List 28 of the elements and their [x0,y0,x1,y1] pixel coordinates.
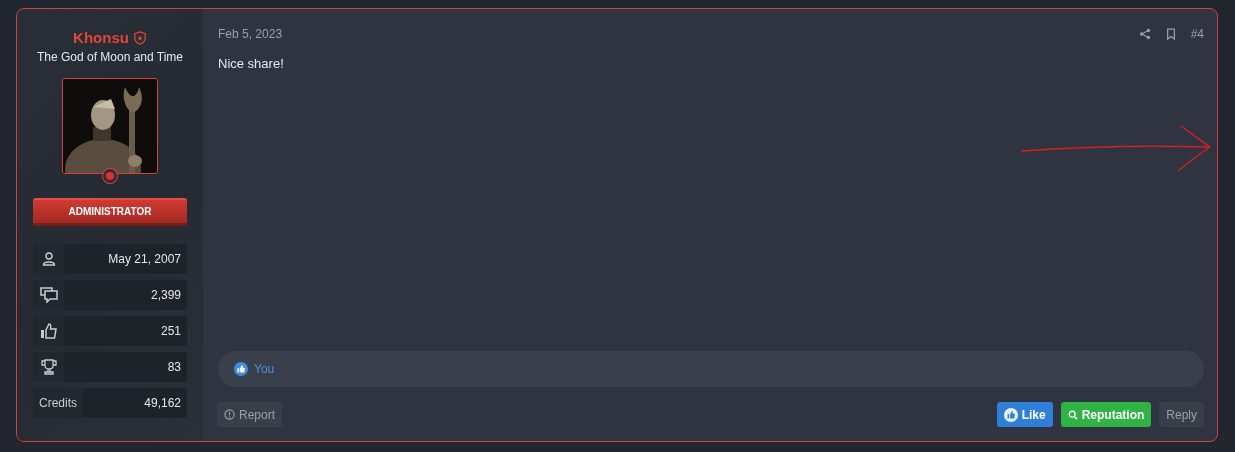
stat-value: 49,162 [144,396,182,410]
role-banner: ADMINISTRATOR [33,198,187,226]
alert-icon [224,409,235,420]
reply-button[interactable]: Reply [1159,402,1204,427]
shield-icon [132,30,147,45]
stat-value: 83 [167,360,182,374]
bookmark-icon[interactable] [1165,28,1176,40]
stat-label: Credits [33,388,83,418]
post-date[interactable]: Feb 5, 2023 [218,27,283,41]
trophy-icon [40,359,57,375]
post-message: Nice share! [217,56,284,71]
like-icon [234,362,248,376]
username-link[interactable]: Khonsu [73,29,129,46]
reputation-button[interactable]: Reputation [1060,402,1152,427]
user-title: The God of Moon and Time [36,50,184,64]
comments-icon [39,287,58,303]
search-icon [1067,409,1078,420]
stat-value: May 21, 2007 [108,252,182,266]
report-button[interactable]: Report [217,402,283,427]
user-icon [40,251,57,267]
like-icon [1003,407,1018,422]
like-button[interactable]: Like [996,402,1053,427]
post-number-link[interactable]: #4 [1190,27,1204,41]
share-icon[interactable] [1138,28,1151,40]
stat-value: 251 [160,324,182,338]
thumbs-up-icon [39,323,58,339]
stat-value: 2,399 [150,288,182,302]
reaction-users-link[interactable]: You [254,362,275,376]
